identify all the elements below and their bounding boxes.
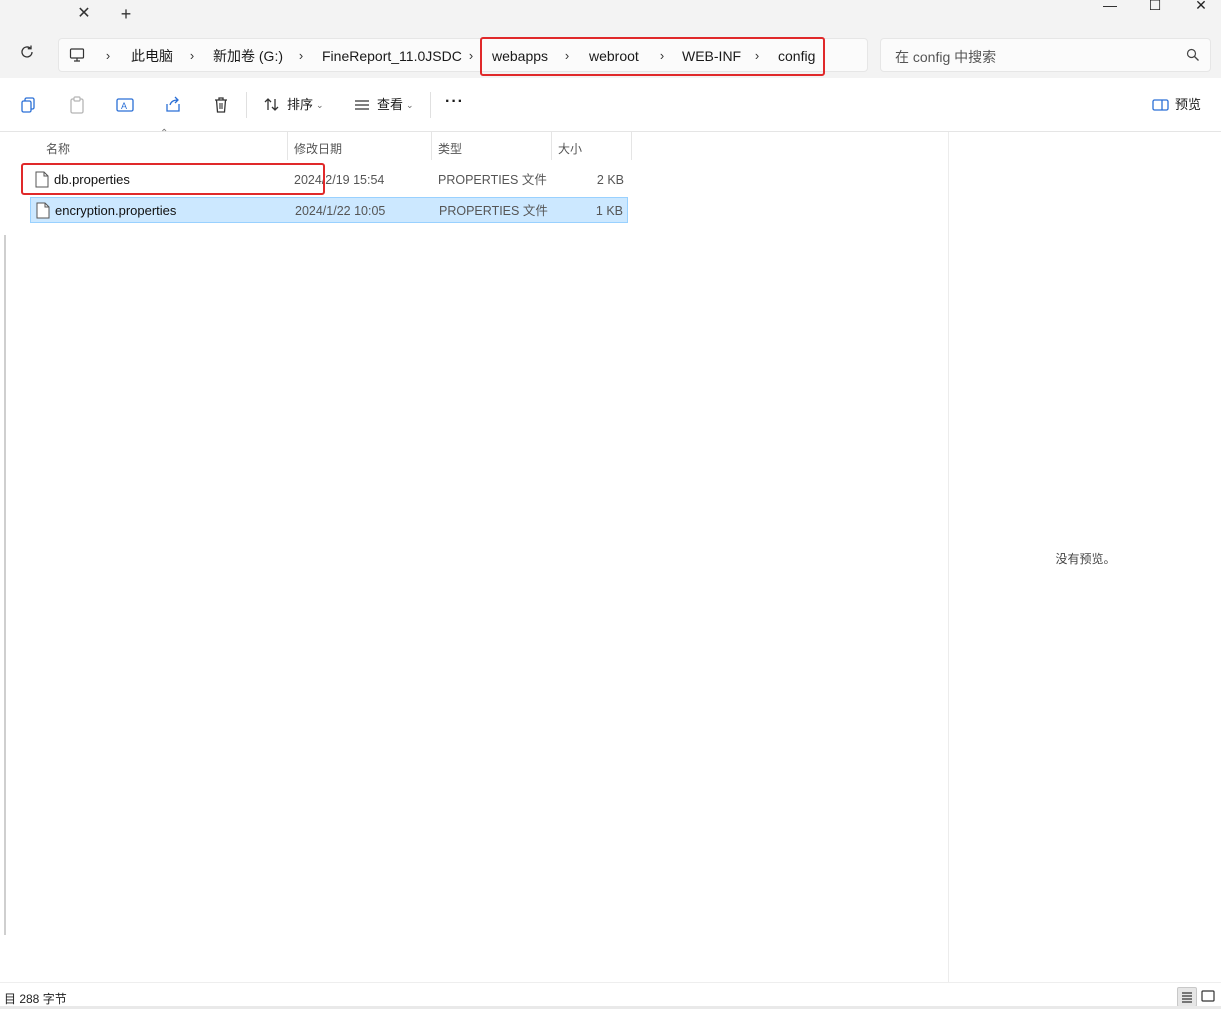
delete-icon[interactable]: [211, 95, 231, 115]
column-divider[interactable]: [551, 132, 552, 160]
address-highlight-box: [480, 37, 825, 76]
status-bar: 目 288 字节: [0, 982, 1221, 1009]
new-tab-button[interactable]: +: [116, 4, 136, 24]
details-view-icon[interactable]: [1177, 987, 1197, 1007]
file-name[interactable]: encryption.properties: [55, 203, 176, 219]
tab-close-button[interactable]: ✕: [74, 4, 94, 24]
column-divider[interactable]: [287, 132, 288, 160]
column-divider[interactable]: [431, 132, 432, 160]
tab-current[interactable]: ✕: [0, 0, 108, 30]
column-divider[interactable]: [631, 132, 632, 160]
breadcrumb-separator[interactable]: ›: [466, 47, 476, 65]
file-icon: [36, 202, 50, 219]
file-size: 1 KB: [595, 204, 623, 218]
no-preview-text: 没有预览。: [1055, 552, 1116, 566]
column-header-type[interactable]: 类型: [438, 138, 462, 160]
chevron-down-icon[interactable]: ⌄: [406, 97, 414, 113]
table-row-selected[interactable]: encryption.properties 2024/1/22 10:05 PR…: [30, 197, 628, 223]
toolbar-divider: [430, 92, 431, 118]
command-bar: A 排序 ⌄ 查看 ⌄ ··· 预览: [0, 78, 1221, 132]
search-placeholder: 在 config 中搜索: [895, 49, 997, 65]
tiles-view-icon[interactable]: [1199, 987, 1219, 1007]
scrollbar[interactable]: [4, 235, 6, 935]
preview-pane: 没有预览。: [948, 132, 1221, 982]
paste-icon[interactable]: [67, 95, 87, 115]
search-input[interactable]: 在 config 中搜索: [880, 38, 1211, 72]
file-list: ⌃ 名称 修改日期 类型 大小 db.properties 2024/2/19 …: [10, 128, 948, 982]
breadcrumb-separator[interactable]: ›: [296, 47, 306, 65]
chevron-down-icon[interactable]: ⌄: [316, 97, 324, 113]
sort-ascending-icon: ⌃: [160, 128, 169, 139]
status-text: 目 288 字节: [4, 992, 67, 1006]
maximize-button[interactable]: ☐: [1133, 0, 1177, 14]
toolbar-divider: [246, 92, 247, 118]
share-icon[interactable]: [163, 95, 183, 115]
preview-pane-icon[interactable]: [1151, 95, 1171, 115]
breadcrumb-this-pc[interactable]: 此电脑: [131, 47, 173, 65]
close-button[interactable]: ✕: [1179, 0, 1221, 14]
breadcrumb-separator[interactable]: ›: [103, 47, 113, 65]
file-type: PROPERTIES 文件: [438, 173, 547, 187]
breadcrumb-separator[interactable]: ›: [187, 47, 197, 65]
view-button[interactable]: 查看: [377, 97, 403, 113]
refresh-icon[interactable]: [16, 44, 38, 66]
more-options-button[interactable]: ···: [445, 94, 464, 110]
column-header-name[interactable]: 名称: [46, 138, 70, 160]
tab-strip: ✕ + — ☐ ✕: [0, 0, 1221, 30]
file-date: 2024/1/22 10:05: [295, 204, 386, 218]
breadcrumb-finereport[interactable]: FineReport_11.0JSDC: [322, 47, 462, 65]
column-header-size[interactable]: 大小: [558, 138, 582, 160]
search-icon[interactable]: [1186, 48, 1200, 62]
file-size: 2 KB: [596, 173, 624, 187]
computer-icon[interactable]: [69, 47, 85, 63]
view-icon[interactable]: [352, 95, 372, 115]
copy-icon[interactable]: [19, 95, 39, 115]
rename-icon[interactable]: A: [115, 95, 135, 115]
file-highlight-box: [21, 163, 325, 195]
sort-button[interactable]: 排序: [287, 97, 313, 113]
preview-button[interactable]: 预览: [1175, 97, 1201, 113]
minimize-button[interactable]: —: [1088, 0, 1132, 14]
breadcrumb-drive-g[interactable]: 新加卷 (G:): [213, 47, 283, 65]
svg-text:A: A: [121, 101, 127, 111]
file-type: PROPERTIES 文件: [439, 204, 548, 218]
column-header-date[interactable]: 修改日期: [294, 138, 342, 160]
sort-icon[interactable]: [262, 95, 282, 115]
